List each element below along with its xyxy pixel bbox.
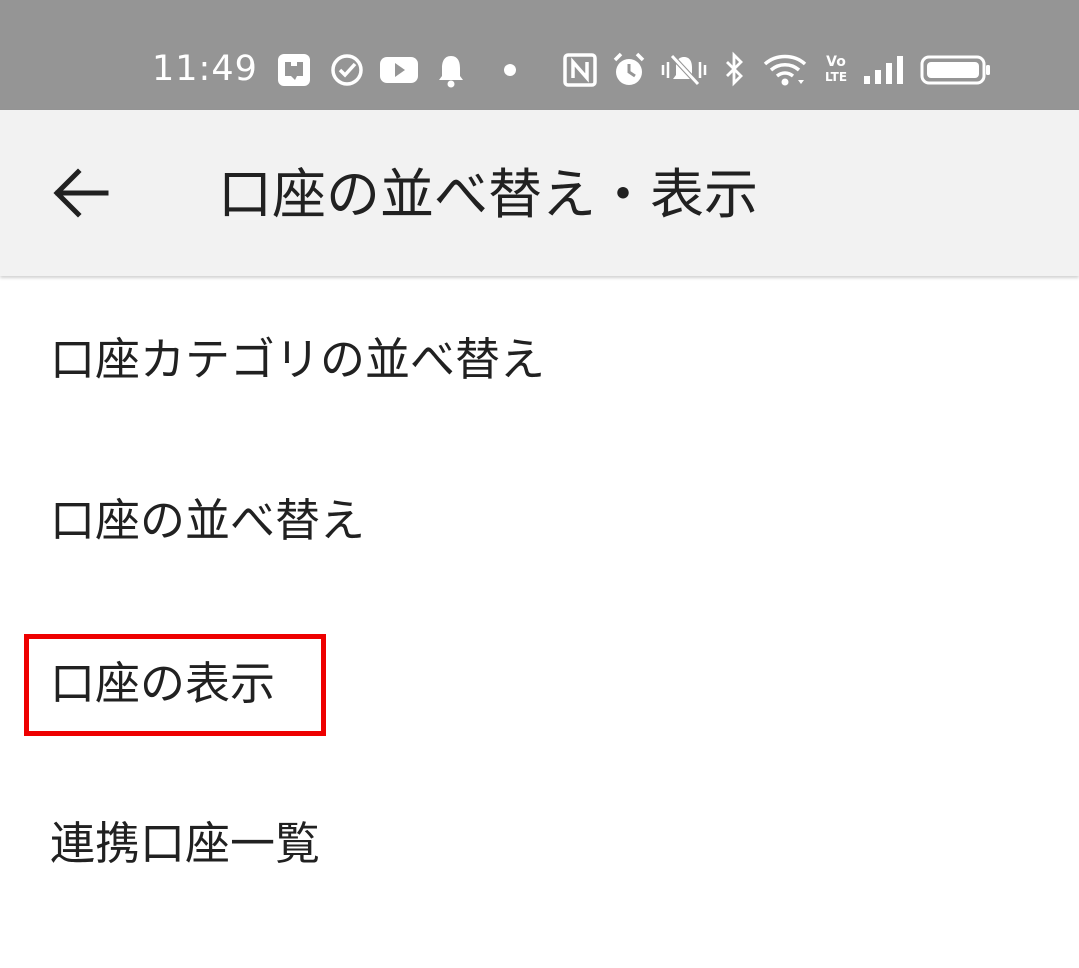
app-notification-icon <box>277 48 311 92</box>
battery-icon <box>920 48 992 92</box>
nfc-icon <box>563 48 597 92</box>
app-bar: 口座の並べ替え・表示 <box>0 110 1079 276</box>
page-title: 口座の並べ替え・表示 <box>218 163 758 226</box>
dot-icon <box>500 48 520 92</box>
bluetooth-icon <box>722 48 746 92</box>
menu-item-account-sort[interactable]: 口座の並べ替え <box>0 445 1079 595</box>
volte-line2: LTE <box>824 70 848 84</box>
menu-item-label: 口座カテゴリの並べ替え <box>50 333 546 386</box>
status-bar: 11:49 Vo LTE <box>0 0 1079 110</box>
menu-item-label: 連携口座一覧 <box>50 817 321 870</box>
back-button[interactable] <box>46 161 118 225</box>
bell-icon <box>436 48 466 92</box>
volte-icon: Vo LTE <box>822 48 850 92</box>
menu-item-label: 口座の表示 <box>50 657 276 710</box>
alarm-icon <box>611 48 647 92</box>
menu-item-label: 口座の並べ替え <box>50 494 366 547</box>
status-time: 11:49 <box>152 49 258 89</box>
youtube-icon <box>379 48 419 92</box>
signal-icon <box>862 48 908 92</box>
volte-line1: Vo <box>826 54 846 70</box>
menu-item-account-display[interactable]: 口座の表示 <box>0 605 1079 755</box>
menu-item-category-sort[interactable]: 口座カテゴリの並べ替え <box>0 285 1079 435</box>
check-circle-icon <box>330 48 364 92</box>
wifi-icon <box>762 48 808 92</box>
menu-item-linked-accounts[interactable]: 連携口座一覧 <box>0 765 1079 915</box>
vibrate-off-icon <box>660 48 708 92</box>
arrow-back-icon <box>46 168 118 229</box>
